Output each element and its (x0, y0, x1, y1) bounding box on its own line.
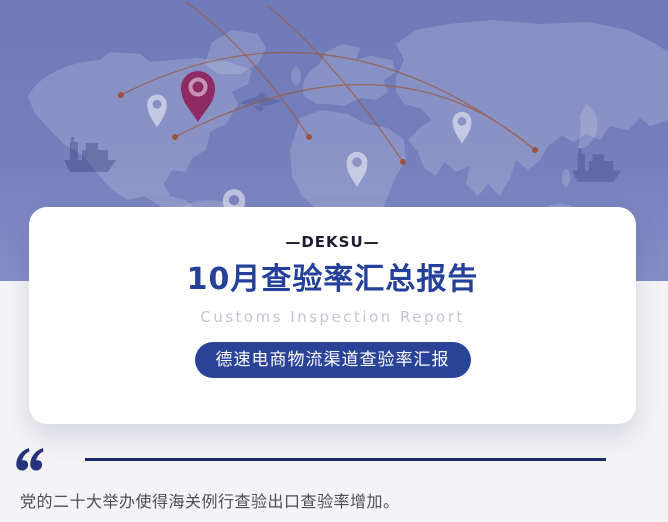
report-card: —DEKSU— 10月查验率汇总报告 Customs Inspection Re… (29, 207, 636, 424)
ship-icon-right (572, 149, 621, 182)
report-badge-button[interactable]: 德速电商物流渠道查验率汇报 (195, 342, 471, 378)
report-title: 10月查验率汇总报告 (187, 265, 479, 295)
section-divider-line (85, 458, 606, 461)
brand-label: —DEKSU— (285, 233, 379, 251)
plane-icon (240, 92, 282, 112)
summary-quote-text: 党的二十大举办使得海关例行查验出口查验率增加。 (20, 488, 400, 512)
double-quote-icon (16, 447, 46, 472)
report-subtitle-en: Customs Inspection Report (200, 308, 465, 326)
